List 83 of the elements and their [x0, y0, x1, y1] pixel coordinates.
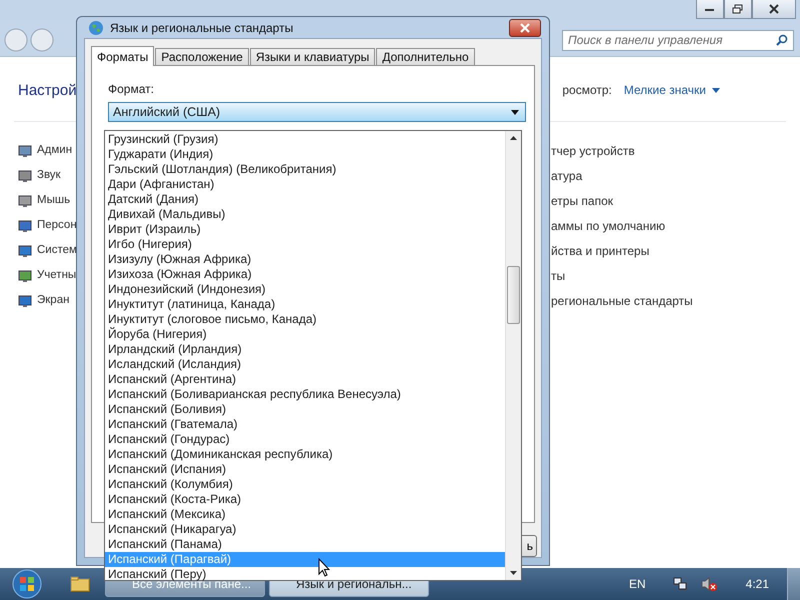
list-option[interactable]: Дивихай (Мальдивы) [105, 207, 505, 222]
applet-link[interactable]: етры папок [551, 194, 800, 219]
list-option[interactable]: Испанский (Гватемала) [105, 417, 505, 432]
applet-icon[interactable] [18, 269, 32, 283]
applet-icon[interactable] [18, 219, 32, 233]
applet-icon[interactable] [18, 194, 32, 208]
list-option[interactable]: Грузинский (Грузия) [105, 132, 505, 147]
tab[interactable]: Дополнительно [376, 48, 475, 65]
applet-link[interactable]: ты [551, 269, 800, 294]
list-option[interactable]: Испанский (Аргентина) [105, 372, 505, 387]
language-indicator[interactable]: EN [628, 577, 646, 591]
list-option[interactable]: Гуджарати (Индия) [105, 147, 505, 162]
list-option[interactable]: Иврит (Израиль) [105, 222, 505, 237]
applet-link[interactable]: Экран [37, 294, 70, 306]
scrollbar[interactable] [505, 131, 521, 580]
window-title: Язык и региональные стандарты [110, 20, 294, 34]
view-dropdown[interactable]: Мелкие значки [624, 83, 720, 97]
applet-link[interactable]: Учетны [37, 269, 76, 281]
search-field[interactable]: Поиск в панели управления [562, 30, 794, 50]
list-option[interactable]: Исландский (Исландия) [105, 357, 505, 372]
tab[interactable]: Форматы [91, 46, 154, 66]
caret-icon [712, 88, 720, 92]
applet-link[interactable]: Админ [37, 144, 72, 156]
list-option[interactable]: Изизулу (Южная Африка) [105, 252, 505, 267]
list-option[interactable]: Инуктитут (латиница, Канада) [105, 297, 505, 312]
close-button[interactable] [509, 18, 541, 36]
scroll-down-icon[interactable] [510, 571, 517, 575]
list-option[interactable]: Ирландский (Ирландия) [105, 342, 505, 357]
start-button[interactable] [10, 569, 44, 599]
applet-link[interactable]: атура [551, 169, 800, 194]
list-option[interactable]: Гэльский (Шотландия) (Великобритания) [105, 162, 505, 177]
minimize-icon [704, 6, 716, 12]
scroll-up-icon[interactable] [510, 136, 517, 140]
restore-icon [732, 4, 744, 14]
list-option[interactable]: Инуктитут (слоговое письмо, Канада) [105, 312, 505, 327]
network-icon[interactable] [672, 576, 688, 592]
list-option[interactable]: Испанский (Никарагуа) [105, 522, 505, 537]
list-option[interactable]: Испанский (Доминиканская республика) [105, 447, 505, 462]
applet-link[interactable]: Систем [37, 244, 77, 256]
list-option[interactable]: Испанский (Колумбия) [105, 477, 505, 492]
applet-link[interactable]: региональные стандарты [551, 294, 800, 319]
list-option[interactable]: Испанский (Испания) [105, 462, 505, 477]
list-option[interactable]: Испанский (Коста-Рика) [105, 492, 505, 507]
close-icon [519, 22, 531, 32]
tab[interactable]: Расположение [155, 48, 249, 65]
applet-link[interactable]: тчер устройств [551, 144, 800, 169]
applet-link[interactable]: аммы по умолчанию [551, 219, 800, 244]
tab[interactable]: Языки и клавиатуры [250, 48, 376, 65]
applet-link[interactable]: Персон [37, 219, 77, 231]
close-icon [768, 4, 780, 14]
applet-icon[interactable] [18, 144, 32, 158]
list-option[interactable]: Индонезийский (Индонезия) [105, 282, 505, 297]
search-icon [776, 34, 788, 46]
caret-icon [511, 110, 519, 114]
muted-speaker-icon[interactable] [700, 576, 718, 592]
restore-button[interactable] [724, 0, 752, 19]
list-option[interactable]: Испанский (Боливарианская республика Венесуэла) [105, 387, 505, 402]
list-option[interactable]: Игбо (Нигерия) [105, 237, 505, 252]
applet-icon[interactable] [18, 169, 32, 183]
applet-icon[interactable] [18, 244, 32, 258]
list-option[interactable]: Испанский (Мексика) [105, 507, 505, 522]
scroll-thumb[interactable] [507, 266, 520, 324]
format-label: Формат: [108, 82, 155, 96]
applet-icon[interactable] [18, 294, 32, 308]
list-option[interactable]: Изихоза (Южная Африка) [105, 267, 505, 282]
format-dropdown[interactable]: Английский (США) [108, 102, 526, 122]
minimize-button[interactable] [696, 0, 724, 19]
view-label: росмотр: [562, 83, 612, 97]
applet-link[interactable]: йства и принтеры [551, 244, 800, 269]
page-heading: Настрой [18, 82, 77, 98]
list-option[interactable]: Йоруба (Нигерия) [105, 327, 505, 342]
list-option[interactable]: Испанский (Боливия) [105, 402, 505, 417]
mouse-pointer-icon [318, 558, 330, 577]
folder-icon[interactable] [70, 576, 90, 592]
applet-link[interactable]: Звук [37, 169, 61, 181]
applet-link[interactable]: Мышь [37, 194, 70, 206]
list-option[interactable]: Датский (Дания) [105, 192, 505, 207]
close-button[interactable] [752, 0, 796, 19]
list-option[interactable]: Дари (Афганистан) [105, 177, 505, 192]
list-option[interactable]: Испанский (Панама) [105, 537, 505, 552]
globe-icon [88, 20, 104, 36]
clock[interactable]: 4:21 [746, 577, 769, 591]
list-option[interactable]: Испанский (Гондурас) [105, 432, 505, 447]
